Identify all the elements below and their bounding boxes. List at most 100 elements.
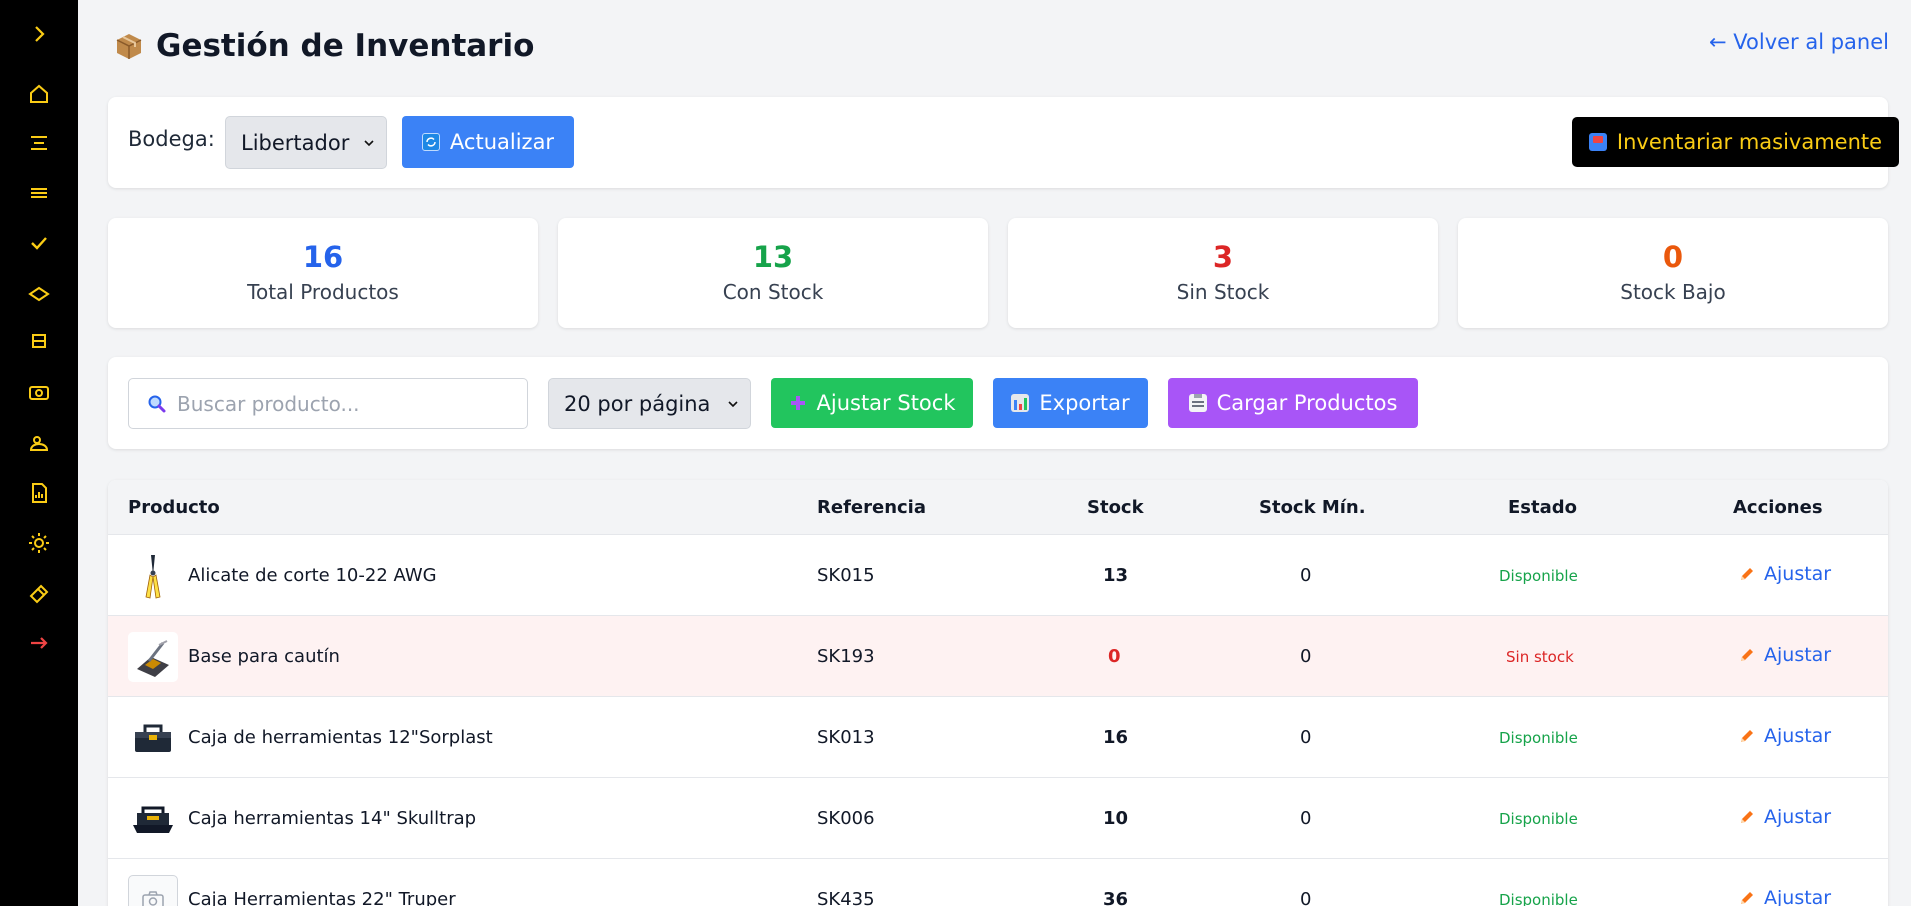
column-header-stock[interactable]: Stock [1087,497,1144,518]
adjust-label: Ajustar [1764,806,1832,828]
status-badge: Disponible [1499,891,1578,906]
adjust-label: Ajustar [1764,725,1832,747]
back-to-panel-link[interactable]: ← Volver al panel [1709,30,1889,54]
table-row: Alicate de corte 10-22 AWG SK015 13 0 Di… [108,534,1888,615]
stat-label: Stock Bajo [1620,280,1726,304]
check-icon[interactable] [19,223,59,263]
adjust-button[interactable]: Ajustar [1738,644,1831,666]
product-reference: SK193 [817,646,875,667]
export-label: Exportar [1039,391,1130,415]
load-products-button[interactable]: Cargar Productos [1168,378,1418,428]
product-reference: SK006 [817,808,875,829]
table-row: Caja de herramientas 12"Sorplast SK013 1… [108,696,1888,777]
expand-icon[interactable] [19,14,59,54]
stat-label: Total Productos [247,280,399,304]
bodega-label: Bodega: [128,127,215,151]
search-placeholder: Buscar producto... [177,391,360,416]
cash-icon[interactable] [19,373,59,413]
bodega-select[interactable]: Libertador [225,116,387,169]
table-header: Producto Referencia Stock Stock Mín. Est… [108,480,1888,534]
stat-value: 0 [1662,240,1684,274]
pencil-icon [1741,730,1753,742]
stock-value: 16 [1103,727,1129,748]
min-stock-value: 0 [1300,808,1312,829]
stock-value: 0 [1108,646,1121,667]
tool-icon[interactable] [19,574,59,614]
column-header-product[interactable]: Producto [128,497,220,518]
search-input[interactable]: Buscar producto... [128,378,528,429]
export-button[interactable]: Exportar [993,378,1148,428]
stock-value: 13 [1103,565,1129,586]
refresh-label: Actualizar [449,130,555,154]
menu-icon[interactable] [19,173,59,213]
toolbox-image [128,713,178,763]
stock-value: 36 [1103,889,1129,906]
sun-icon[interactable] [19,523,59,563]
cart-icon[interactable] [19,323,59,363]
logout-icon[interactable] [19,623,59,663]
status-badge: Disponible [1499,810,1578,828]
adjust-button[interactable]: Ajustar [1738,887,1831,906]
status-badge: Sin stock [1506,648,1574,666]
diamond-icon[interactable] [19,274,59,314]
align-center-icon[interactable] [19,123,59,163]
product-name[interactable]: Base para cautín [188,646,340,667]
adjust-button[interactable]: Ajustar [1738,806,1831,828]
product-reference: SK013 [817,727,875,748]
inbox-tray-icon [1588,133,1607,151]
status-badge: Disponible [1499,729,1578,747]
adjust-stock-button[interactable]: Ajustar Stock [771,378,973,428]
pencil-icon [1741,811,1753,823]
camera-placeholder-icon [128,875,178,906]
product-name[interactable]: Alicate de corte 10-22 AWG [188,565,437,586]
table-row: Caja herramientas 14" Skulltrap SK006 10… [108,777,1888,858]
search-icon [148,395,166,412]
product-name[interactable]: Caja Herramientas 22" Truper [188,889,456,906]
product-reference: SK435 [817,889,875,906]
min-stock-value: 0 [1300,646,1312,667]
toolbox-image [128,794,178,844]
product-name[interactable]: Caja de herramientas 12"Sorplast [188,727,493,748]
adjust-stock-label: Ajustar Stock [816,391,956,415]
min-stock-value: 0 [1300,727,1312,748]
home-icon[interactable] [19,74,59,114]
plus-icon [790,396,805,410]
bulk-inventory-button[interactable]: Inventariar masivamente [1572,117,1899,167]
adjust-button[interactable]: Ajustar [1738,563,1831,585]
pencil-icon [1741,649,1753,661]
report-icon[interactable] [19,473,59,513]
stat-card-low-stock: 0 Stock Bajo [1458,218,1888,328]
adjust-label: Ajustar [1764,887,1832,906]
adjust-label: Ajustar [1764,563,1832,585]
bodega-select-value: Libertador [241,130,350,155]
per-page-value: 20 por página [564,391,711,416]
bulk-inventory-label: Inventariar masivamente [1616,130,1883,154]
column-header-min-stock[interactable]: Stock Mín. [1259,497,1366,518]
product-reference: SK015 [817,565,875,586]
adjust-label: Ajustar [1764,644,1832,666]
page-title-text: Gestión de Inventario [156,28,535,64]
package-icon [116,34,142,59]
stat-card-in-stock: 13 Con Stock [558,218,988,328]
column-header-actions[interactable]: Acciones [1733,497,1823,518]
refresh-icon [421,133,440,151]
pencil-icon [1741,568,1753,580]
chevron-down-icon [364,139,374,146]
min-stock-value: 0 [1300,889,1312,906]
bar-chart-icon [1011,394,1030,412]
sidebar [0,0,78,906]
column-header-status[interactable]: Estado [1508,497,1577,518]
main-content: Gestión de Inventario ← Volver al panel … [78,0,1911,906]
per-page-select[interactable]: 20 por página [548,378,751,429]
soldering-stand-image [128,632,178,682]
product-name[interactable]: Caja herramientas 14" Skulltrap [188,808,476,829]
pencil-icon [1741,892,1753,904]
stat-card-total: 16 Total Productos [108,218,538,328]
user-icon[interactable] [19,423,59,463]
pliers-image [128,551,178,601]
inventory-table: Producto Referencia Stock Stock Mín. Est… [108,480,1888,906]
adjust-button[interactable]: Ajustar [1738,725,1831,747]
stat-value: 16 [302,240,344,274]
refresh-button[interactable]: Actualizar [402,116,574,168]
column-header-reference[interactable]: Referencia [817,497,926,518]
